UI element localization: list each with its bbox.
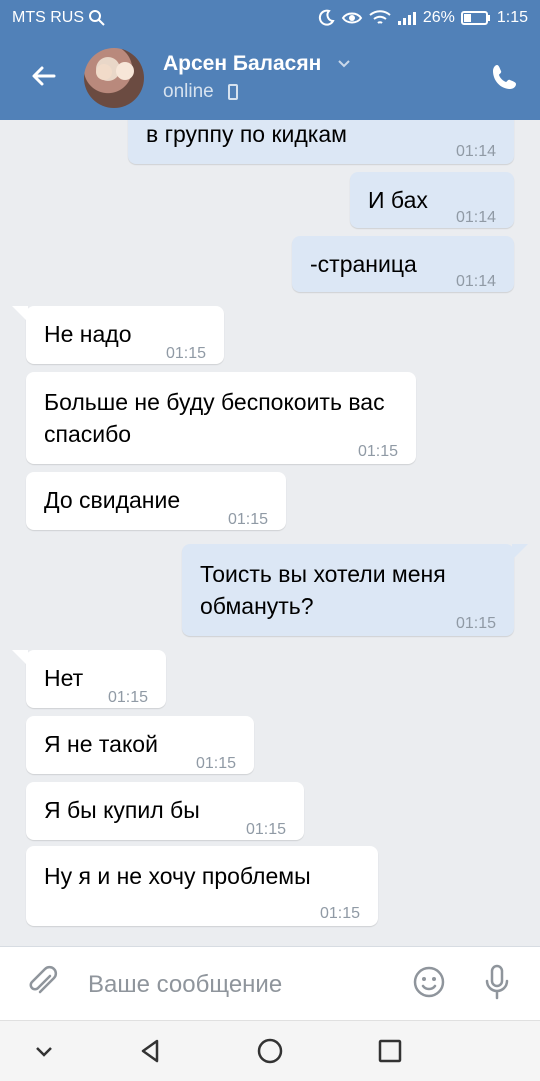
- message-time: 01:15: [165, 345, 206, 362]
- wifi-icon: [369, 10, 391, 24]
- system-navigation-bar: [0, 1020, 540, 1081]
- clock: 1:15: [496, 9, 528, 26]
- message-bubble[interactable]: Не надо 01:15: [12, 306, 224, 364]
- message-bubble[interactable]: Я бы купил бы 01:15: [26, 782, 304, 840]
- message-text: -страница: [310, 251, 417, 277]
- message-bubble[interactable]: И бах 01:14: [350, 172, 514, 228]
- phone-call-icon[interactable]: [490, 62, 520, 92]
- nav-back-icon[interactable]: [134, 1035, 166, 1067]
- message-composer: [0, 946, 540, 1021]
- message-bubble[interactable]: Нет 01:15: [12, 650, 166, 708]
- message-time: 01:15: [245, 821, 286, 838]
- nav-home-icon[interactable]: [254, 1035, 286, 1067]
- nav-recents-icon[interactable]: [374, 1035, 406, 1067]
- battery-percent: 26%: [422, 9, 455, 26]
- message-bubble[interactable]: Больше не буду беспокоить вас спасибо 01…: [26, 372, 416, 464]
- message-bubble[interactable]: Ну я и не хочу проблемы 01:15: [26, 846, 378, 926]
- signal-icon: [397, 12, 416, 25]
- message-text: в группу по кидкам: [146, 121, 347, 147]
- message-time: 01:14: [455, 209, 496, 226]
- message-time: 01:15: [107, 689, 148, 706]
- message-text: Ну я и не хочу проблемы: [44, 863, 311, 889]
- message-time: 01:14: [455, 143, 496, 160]
- contact-avatar[interactable]: [84, 48, 144, 108]
- mobile-device-icon: [228, 84, 238, 100]
- message-time: 01:15: [455, 615, 496, 632]
- message-text: И бах: [368, 187, 428, 213]
- message-bubble[interactable]: Тоисть вы хотели меня обмануть? 01:15: [182, 544, 528, 636]
- message-time: 01:15: [227, 511, 268, 528]
- message-time: 01:15: [319, 905, 360, 922]
- contact-name[interactable]: Арсен Баласян: [163, 52, 321, 76]
- message-bubble[interactable]: в группу по кидкам 01:14: [128, 120, 514, 164]
- chevron-down-icon[interactable]: [337, 56, 351, 70]
- smile-icon[interactable]: [412, 965, 446, 999]
- carrier-name: MTS RUS: [12, 9, 84, 26]
- message-bubble[interactable]: Я не такой 01:15: [26, 716, 254, 774]
- conversation-header: Арсен Баласян online: [0, 36, 540, 120]
- message-bubble[interactable]: -страница 01:14: [292, 236, 514, 292]
- presence-status: online: [163, 81, 214, 102]
- message-input[interactable]: [86, 967, 390, 1003]
- message-text: Не надо: [44, 321, 132, 347]
- message-list[interactable]: в группу по кидкам 01:14 И бах 01:14 -ст…: [0, 120, 540, 946]
- chevron-down-icon[interactable]: [28, 1035, 60, 1067]
- battery-icon: [460, 11, 490, 25]
- message-text: Я не такой: [44, 731, 158, 757]
- message-time: 01:14: [455, 273, 496, 290]
- message-text: До свидание: [44, 487, 181, 513]
- moon-icon: [318, 9, 335, 26]
- message-text: Нет: [44, 665, 84, 691]
- eye-icon: [341, 12, 363, 24]
- back-arrow-icon[interactable]: [28, 60, 60, 92]
- message-text: Я бы купил бы: [44, 797, 200, 823]
- paperclip-icon[interactable]: [26, 965, 60, 999]
- search-status-icon: [89, 10, 105, 26]
- microphone-icon[interactable]: [482, 963, 512, 1001]
- message-bubble[interactable]: До свидание 01:15: [26, 472, 286, 530]
- message-time: 01:15: [195, 755, 236, 772]
- message-text: Больше не буду беспокоить вас спасибо: [44, 389, 385, 447]
- status-bar: MTS RUS 26% 1:15: [0, 0, 540, 36]
- message-time: 01:15: [357, 443, 398, 460]
